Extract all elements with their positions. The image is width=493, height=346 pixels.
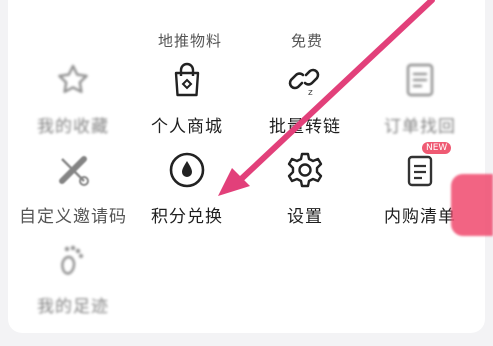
favorites-label: 我的收藏 <box>37 117 109 137</box>
footprint-icon <box>51 238 95 282</box>
svg-text:z: z <box>308 88 313 98</box>
order-retrieve-label: 订单找回 <box>384 117 456 137</box>
star-icon <box>51 58 95 102</box>
batch-link-label: 批量转链 <box>269 117 341 137</box>
gear-icon <box>283 148 327 192</box>
pencil-ruler-icon <box>51 148 95 192</box>
grid-item-custom-invite-code[interactable]: 自定义邀请码 <box>13 148 133 243</box>
custom-invite-code-label: 自定义邀请码 <box>19 207 127 227</box>
grid-item-favorites[interactable]: 我的收藏 <box>13 58 133 153</box>
grid-item-settings[interactable]: 设置 <box>245 148 365 243</box>
points-drop-icon <box>165 148 209 192</box>
grid-item-order-retrieve[interactable]: 订单找回 <box>360 58 480 153</box>
free-icon <box>285 0 329 20</box>
points-exchange-label: 积分兑换 <box>151 207 223 227</box>
top-item-promo-label: 地推物料 <box>157 32 222 50</box>
grid-item-points-exchange[interactable]: 积分兑换 <box>127 148 247 243</box>
top-item-free-label: 免费 <box>290 32 323 50</box>
hidden-icon <box>48 0 92 20</box>
internal-purchase-label: 内购清单 <box>384 207 456 227</box>
settings-label: 设置 <box>287 207 323 227</box>
shopping-bag-icon <box>165 58 209 102</box>
promo-icon <box>168 0 212 20</box>
personal-mall-label: 个人商城 <box>151 117 223 137</box>
link-icon: z <box>283 58 327 102</box>
grid-item-personal-mall[interactable]: 个人商城 <box>127 58 247 153</box>
new-badge: NEW <box>422 142 452 154</box>
grid-item-footprints[interactable]: 我的足迹 <box>13 238 133 333</box>
order-document-icon <box>398 58 442 102</box>
footprints-label: 我的足迹 <box>37 297 109 317</box>
floating-side-tab[interactable] <box>451 174 493 236</box>
grid-item-batch-link[interactable]: z 批量转链 <box>245 58 365 153</box>
checklist-icon: NEW <box>398 142 452 192</box>
